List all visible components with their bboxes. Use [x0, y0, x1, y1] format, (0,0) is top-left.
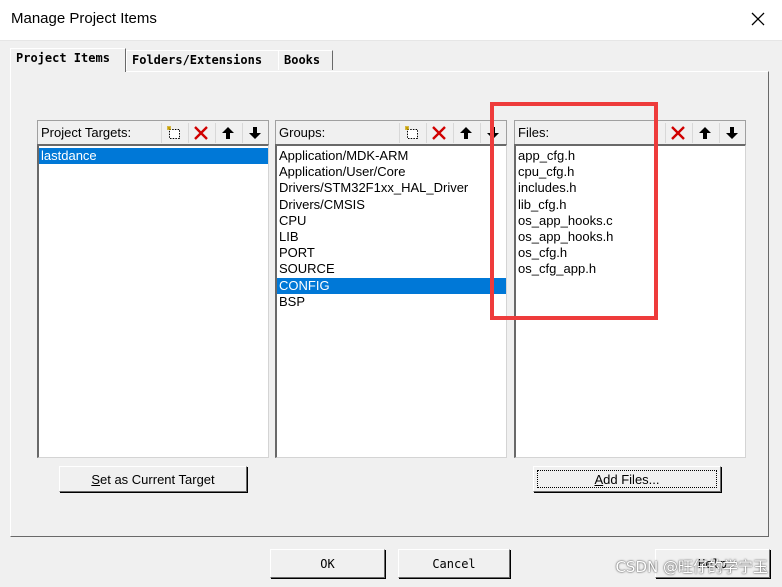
close-icon — [751, 12, 765, 26]
file-list-item[interactable]: os_app_hooks.c — [516, 213, 745, 229]
new-group-button[interactable] — [399, 123, 423, 143]
group-list-item[interactable]: PORT — [277, 245, 506, 261]
cancel-button[interactable]: Cancel — [398, 549, 510, 578]
new-target-button[interactable] — [161, 123, 185, 143]
files-list[interactable]: app_cfg.h cpu_cfg.h includes.h lib_cfg.h os_… — [514, 144, 746, 458]
arrow-down-icon — [486, 127, 499, 139]
groups-header: Groups: — [275, 120, 507, 144]
project-targets-panel: Project Targets: lastdance — [37, 120, 269, 458]
close-button[interactable] — [742, 4, 774, 34]
file-list-item[interactable]: includes.h — [516, 180, 745, 196]
set-current-target-text: et as Current Target — [100, 471, 215, 487]
move-target-up-button[interactable] — [215, 123, 239, 143]
move-target-down-button[interactable] — [242, 123, 266, 143]
file-list-item[interactable]: app_cfg.h — [516, 148, 745, 164]
tab-folders-extensions[interactable]: Folders/Extensions — [126, 50, 279, 70]
delete-icon — [193, 126, 208, 140]
groups-label: Groups: — [279, 125, 326, 140]
move-file-down-button[interactable] — [719, 123, 743, 143]
groups-panel: Groups: Application/MDK-ARM Application/… — [275, 120, 507, 458]
ok-button[interactable]: OK — [270, 549, 385, 578]
files-panel: Files: app_cfg.h cpu_cfg.h includes.h lib_c… — [514, 120, 746, 458]
arrow-up-icon — [698, 127, 711, 139]
group-list-item[interactable]: Application/MDK-ARM — [277, 148, 506, 164]
set-current-target-accel: S — [91, 471, 100, 487]
group-list-item[interactable]: SOURCE — [277, 261, 506, 277]
project-targets-header: Project Targets: — [37, 120, 269, 144]
file-list-item[interactable]: lib_cfg.h — [516, 197, 745, 213]
arrow-down-icon — [725, 127, 738, 139]
project-targets-label: Project Targets: — [41, 125, 132, 140]
groups-list[interactable]: Application/MDK-ARM Application/User/Core… — [275, 144, 507, 458]
tab-project-items[interactable]: Project Items — [10, 48, 126, 72]
group-list-item[interactable]: Application/User/Core — [277, 164, 506, 180]
new-item-icon — [166, 125, 180, 139]
window-title: Manage Project Items — [11, 10, 157, 27]
files-header: Files: — [514, 120, 746, 144]
file-list-item[interactable]: cpu_cfg.h — [516, 164, 745, 180]
move-group-down-button[interactable] — [480, 123, 504, 143]
focus-ring — [537, 470, 717, 488]
group-list-item[interactable]: CONFIG — [277, 277, 506, 294]
files-label: Files: — [518, 125, 550, 140]
group-list-item[interactable]: LIB — [277, 229, 506, 245]
watermark: CSDN @旺仔的学宁玉 — [615, 558, 768, 576]
add-files-button[interactable]: Add Files... — [533, 466, 721, 492]
title-bar: Manage Project Items — [0, 0, 782, 41]
group-list-item[interactable]: CPU — [277, 213, 506, 229]
file-list-item[interactable]: os_cfg.h — [516, 245, 745, 261]
move-group-up-button[interactable] — [453, 123, 477, 143]
file-list-item[interactable]: os_cfg_app.h — [516, 261, 745, 277]
set-current-target-button[interactable]: Set as Current Target — [59, 466, 247, 492]
tab-books[interactable]: Books — [278, 50, 333, 70]
project-targets-list[interactable]: lastdance — [37, 144, 269, 458]
set-current-target-label: Set as Current Target — [91, 472, 214, 487]
group-list-item[interactable]: Drivers/CMSIS — [277, 197, 506, 213]
target-list-item[interactable]: lastdance — [39, 148, 268, 165]
move-file-up-button[interactable] — [692, 123, 716, 143]
file-list-item[interactable]: os_app_hooks.h — [516, 229, 745, 245]
new-item-icon — [404, 125, 418, 139]
delete-group-button[interactable] — [426, 123, 450, 143]
delete-icon — [670, 126, 685, 140]
arrow-up-icon — [221, 127, 234, 139]
delete-icon — [431, 126, 446, 140]
group-list-item[interactable]: BSP — [277, 294, 506, 310]
group-list-item[interactable]: Drivers/STM32F1xx_HAL_Driver — [277, 180, 506, 196]
arrow-down-icon — [248, 127, 261, 139]
arrow-up-icon — [459, 127, 472, 139]
delete-file-button[interactable] — [665, 123, 689, 143]
delete-target-button[interactable] — [188, 123, 212, 143]
